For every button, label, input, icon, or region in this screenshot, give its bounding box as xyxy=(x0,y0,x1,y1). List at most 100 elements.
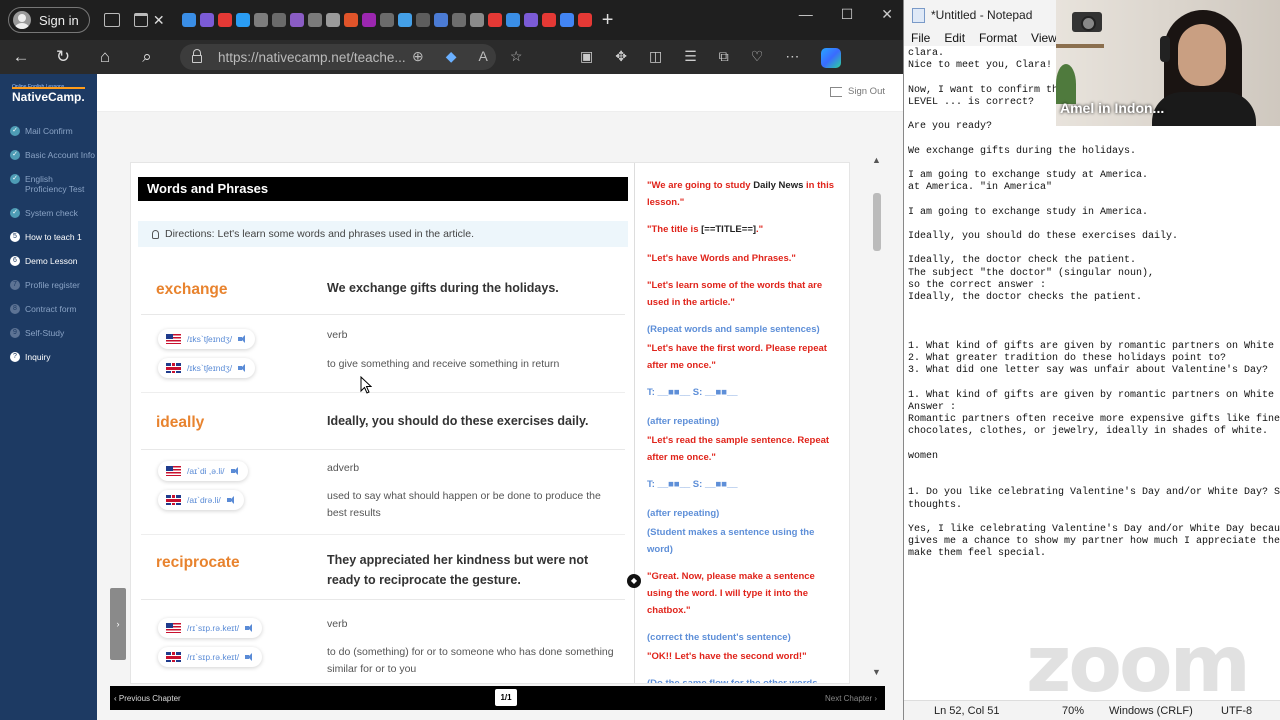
browser-tab-favicon-icon[interactable] xyxy=(217,13,232,27)
part-of-speech: verb xyxy=(327,329,348,341)
page-scrollbar[interactable]: ▲ ▼ xyxy=(866,155,888,685)
sidebar-step-contract-form[interactable]: 8 Contract form xyxy=(10,304,96,314)
lock-icon[interactable] xyxy=(192,49,202,63)
browser-tab-favicon-icon[interactable] xyxy=(397,13,412,27)
browser-tab-favicon-icon[interactable] xyxy=(433,13,448,27)
script-text: "OK!! Let's have the second word!" xyxy=(647,651,807,662)
browser-essentials-icon[interactable]: ♡ xyxy=(751,48,764,68)
browser-tab-favicon-icon[interactable] xyxy=(469,13,484,27)
sidebar-step-system-check[interactable]: ✓ System check xyxy=(10,208,96,218)
maximize-icon[interactable]: ☐ xyxy=(841,6,854,23)
scroll-down-icon[interactable]: ▼ xyxy=(872,667,881,677)
notepad-line: Ideally, the doctor checks the patient. xyxy=(908,292,1143,304)
browser-tab-favicon-icon[interactable] xyxy=(271,13,286,27)
browser-tab-favicon-icon[interactable] xyxy=(523,13,538,27)
sign-out-label: Sign Out xyxy=(848,86,885,97)
menu-file[interactable]: File xyxy=(911,30,930,46)
sidebar-step-self-study[interactable]: 9 Self-Study xyxy=(10,328,96,338)
browser-tab-favicon-icon[interactable] xyxy=(487,13,502,27)
previous-chapter-button[interactable]: ‹ Previous Chapter xyxy=(114,694,181,703)
uk-pronunciation-button[interactable]: /rɪ`sɪp.rə.keɪt/ xyxy=(158,647,263,667)
new-tab-icon[interactable]: + xyxy=(602,9,614,32)
browser-tab-favicon-icon[interactable] xyxy=(541,13,556,27)
browser-tab-favicon-icon[interactable] xyxy=(343,13,358,27)
browser-tab-favicon-icon[interactable] xyxy=(451,13,466,27)
uk-ipa: /ɪks`tʃeɪndʒ/ xyxy=(187,363,233,373)
sidebar-step-english-proficiency-test[interactable]: ✓ English Proficiency Test xyxy=(10,174,96,194)
browser-tab-favicon-icon[interactable] xyxy=(559,13,574,27)
browser-tab-favicon-icon[interactable] xyxy=(307,13,322,27)
sidebar-step-how-to-teach-1[interactable]: 5 How to teach 1 xyxy=(10,232,96,242)
favorites-icon[interactable]: ☰ xyxy=(684,48,697,68)
copilot-icon[interactable] xyxy=(821,48,842,68)
close-window-icon[interactable]: ✕ xyxy=(881,6,893,23)
directions: Directions: Let's learn some words and p… xyxy=(138,221,628,247)
script-line: (after repeating) xyxy=(647,413,839,430)
browser-tab-favicon-icon[interactable] xyxy=(415,13,430,27)
scroll-up-icon[interactable]: ▲ xyxy=(872,155,881,165)
favorite-star-icon[interactable]: ☆ xyxy=(510,48,523,65)
menu-view[interactable]: View xyxy=(1031,30,1057,46)
uk-pronunciation-button[interactable]: /aɪ`drə.li/ xyxy=(158,490,244,510)
extension-tag-icon[interactable]: ◆ xyxy=(446,48,457,65)
collections-icon[interactable]: ⧉ xyxy=(719,48,729,68)
us-pronunciation-button[interactable]: /aɪ`di ,ə.li/ xyxy=(158,461,248,481)
nativecamp-logo[interactable]: Online English Lessons NativeCamp. xyxy=(12,84,90,106)
browser-tab-favicon-icon[interactable] xyxy=(379,13,394,27)
notepad-line xyxy=(908,463,1280,475)
extensions-icon[interactable]: ✥ xyxy=(615,48,627,68)
tab-actions-icon[interactable] xyxy=(133,13,148,27)
script-line: T: __■■__ S: __■■__ xyxy=(647,476,839,493)
extension-n-icon[interactable]: ▣ xyxy=(580,48,593,68)
sidebar-step-demo-lesson[interactable]: 6 Demo Lesson xyxy=(10,256,96,266)
minimize-icon[interactable]: — xyxy=(799,6,813,23)
us-pronunciation-button[interactable]: /rɪ`sɪp.rə.keɪt/ xyxy=(158,618,263,638)
step-number: 5 xyxy=(10,232,20,242)
url-text[interactable]: https://nativecamp.net/teache... xyxy=(218,50,406,65)
menu-edit[interactable]: Edit xyxy=(944,30,965,46)
sign-in-label: Sign in xyxy=(39,12,79,28)
close-tab-icon[interactable]: ✕ xyxy=(148,12,170,29)
browser-tab-favicon-icon[interactable] xyxy=(253,13,268,27)
scrollbar-thumb[interactable] xyxy=(873,193,881,251)
browser-tab-favicon-icon[interactable] xyxy=(325,13,340,27)
settings-icon[interactable]: ⋯ xyxy=(785,48,799,68)
back-icon[interactable]: ← xyxy=(0,47,42,67)
sidebar-step-mail-confirm[interactable]: ✓ Mail Confirm xyxy=(10,126,96,136)
lesson-card: Words and Phrases Directions: Let's lear… xyxy=(130,162,850,684)
uk-pronunciation-button[interactable]: /ɪks`tʃeɪndʒ/ xyxy=(158,358,256,378)
us-flag-icon xyxy=(166,623,181,633)
word-title: reciprocate xyxy=(156,554,240,571)
step-label: Demo Lesson xyxy=(25,256,78,266)
refresh-icon[interactable]: ↻ xyxy=(42,47,84,67)
browser-tab-favicon-icon[interactable] xyxy=(361,13,376,27)
page-header: Sign Out xyxy=(97,74,903,112)
menu-format[interactable]: Format xyxy=(979,30,1017,46)
browser-tab-favicon-icon[interactable] xyxy=(199,13,214,27)
resize-handle-icon[interactable]: ◆ xyxy=(627,574,641,588)
browser-tab-favicon-icon[interactable] xyxy=(289,13,304,27)
sign-out-button[interactable]: Sign Out xyxy=(830,86,885,97)
browser-window: Sign in ✕ + — ☐ ✕ ← ↻ ⌂ ⌕ https://native… xyxy=(0,0,903,720)
split-screen-icon[interactable]: ◫ xyxy=(649,48,662,68)
read-aloud-icon[interactable]: A xyxy=(479,48,488,65)
sidebar-step-profile-register[interactable]: 7 Profile register xyxy=(10,280,96,290)
sidebar-toggle-chevron-icon[interactable]: › xyxy=(110,588,126,660)
workspaces-icon[interactable] xyxy=(103,13,120,27)
sidebar-step-inquiry[interactable]: ? Inquiry xyxy=(10,352,96,362)
notepad-text-area[interactable]: clara. Nice to meet you, Clara! Now, I wa… xyxy=(908,48,1280,698)
browser-tab-favicon-icon[interactable] xyxy=(505,13,520,27)
home-icon[interactable]: ⌂ xyxy=(84,47,126,67)
next-chapter-button[interactable]: Next Chapter › xyxy=(825,694,877,703)
browser-tab-favicon-icon[interactable] xyxy=(235,13,250,27)
zoom-icon[interactable]: ⊕ xyxy=(412,48,424,65)
sign-in-button[interactable]: Sign in xyxy=(8,7,90,33)
zoom-watermark: zoom xyxy=(1026,620,1251,710)
sidebar-step-basic-account-info[interactable]: ✓ Basic Account Info xyxy=(10,150,96,160)
browser-tab-favicon-icon[interactable] xyxy=(577,13,592,27)
us-pronunciation-button[interactable]: /ɪks`tʃeɪndʒ/ xyxy=(158,329,256,349)
search-icon[interactable]: ⌕ xyxy=(126,47,168,67)
browser-tab-favicon-icon[interactable] xyxy=(181,13,196,27)
script-text: "Great. Now, please make a sentence usin… xyxy=(647,571,815,616)
script-text: "Let's read the sample sentence. Repeat … xyxy=(647,435,830,463)
